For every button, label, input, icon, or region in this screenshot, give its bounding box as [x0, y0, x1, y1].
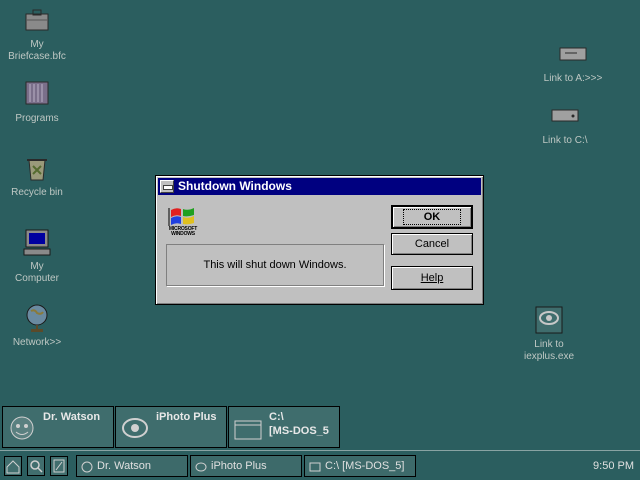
taskbar-task-iphoto[interactable]: iPhoto Plus — [190, 455, 302, 477]
computer-icon — [21, 226, 53, 258]
recycle-bin-icon — [21, 152, 53, 184]
dos-window-icon — [233, 417, 263, 443]
edit-icon[interactable] — [50, 456, 68, 476]
ok-button-label: OK — [402, 209, 462, 225]
logo-wordmark: MICROSOFT WINDOWS — [168, 226, 198, 237]
desktop-icon-my-computer[interactable]: My Computer — [0, 226, 76, 285]
minimized-programs-tray: Dr. Watson iPhoto Plus C:\ [MS-DOS_5 — [2, 406, 340, 448]
message-panel: This will shut down Windows. — [166, 244, 384, 286]
link-program-icon — [533, 304, 565, 336]
desktop-icon-link-a[interactable]: Link to A:>>> — [534, 38, 612, 85]
tray-item-label: Dr. Watson — [43, 411, 101, 423]
help-button[interactable]: Help — [391, 266, 473, 290]
desktop-icon-network[interactable]: Network>> — [0, 302, 76, 349]
windows-logo-icon: MICROSOFT WINDOWS — [168, 204, 198, 238]
system-menu-icon[interactable] — [160, 180, 174, 193]
tray-item-dos[interactable]: C:\ [MS-DOS_5 — [228, 406, 340, 448]
desktop-icon-link-program[interactable]: Link to iexplus.exe — [510, 304, 588, 363]
taskbar-task-label: iPhoto Plus — [211, 460, 267, 472]
dos-window-icon — [309, 460, 321, 472]
tray-item-label-2: [MS-DOS_5 — [269, 425, 329, 437]
programs-icon — [21, 78, 53, 110]
dr-watson-icon — [7, 413, 37, 443]
briefcase-icon — [21, 4, 53, 36]
taskbar-task-label: Dr. Watson — [97, 460, 151, 472]
ok-button[interactable]: OK — [391, 205, 473, 229]
dialog-title-bar[interactable]: Shutdown Windows — [158, 178, 481, 195]
tray-item-label: iPhoto Plus — [156, 411, 217, 423]
desktop-icon-programs[interactable]: Programs — [0, 78, 76, 125]
iphoto-icon — [120, 413, 150, 443]
hard-drive-icon — [549, 100, 581, 132]
search-icon[interactable] — [27, 456, 45, 476]
desktop-icon-briefcase[interactable]: My Briefcase.bfc — [0, 4, 76, 63]
cancel-button[interactable]: Cancel — [391, 233, 473, 255]
taskbar-task-dos[interactable]: C:\ [MS-DOS_5] — [304, 455, 416, 477]
taskbar-clock[interactable]: 9:50 PM — [576, 455, 634, 477]
start-icon[interactable] — [4, 456, 22, 476]
taskbar: Dr. Watson iPhoto Plus C:\ [MS-DOS_5] 9:… — [0, 450, 640, 480]
tray-item-label: C:\ — [269, 411, 284, 423]
tray-item-dr-watson[interactable]: Dr. Watson — [2, 406, 114, 448]
dr-watson-icon — [81, 460, 93, 473]
desktop-icon-link-c[interactable]: Link to C:\ — [526, 100, 604, 147]
cancel-button-label: Cancel — [414, 238, 450, 250]
taskbar-task-dr-watson[interactable]: Dr. Watson — [76, 455, 188, 477]
shutdown-dialog: Shutdown Windows MICROSOFT WINDOWS This … — [155, 175, 484, 305]
taskbar-task-label: C:\ [MS-DOS_5] — [325, 460, 405, 472]
floppy-drive-icon — [557, 38, 589, 70]
help-button-label: Help — [420, 272, 444, 284]
dialog-title: Shutdown Windows — [178, 179, 292, 193]
globe-icon — [21, 302, 53, 334]
iphoto-icon — [195, 460, 207, 472]
desktop-icon-recycle-bin[interactable]: Recycle bin — [0, 152, 76, 199]
tray-item-iphoto[interactable]: iPhoto Plus — [115, 406, 227, 448]
dialog-message: This will shut down Windows. — [203, 259, 347, 271]
